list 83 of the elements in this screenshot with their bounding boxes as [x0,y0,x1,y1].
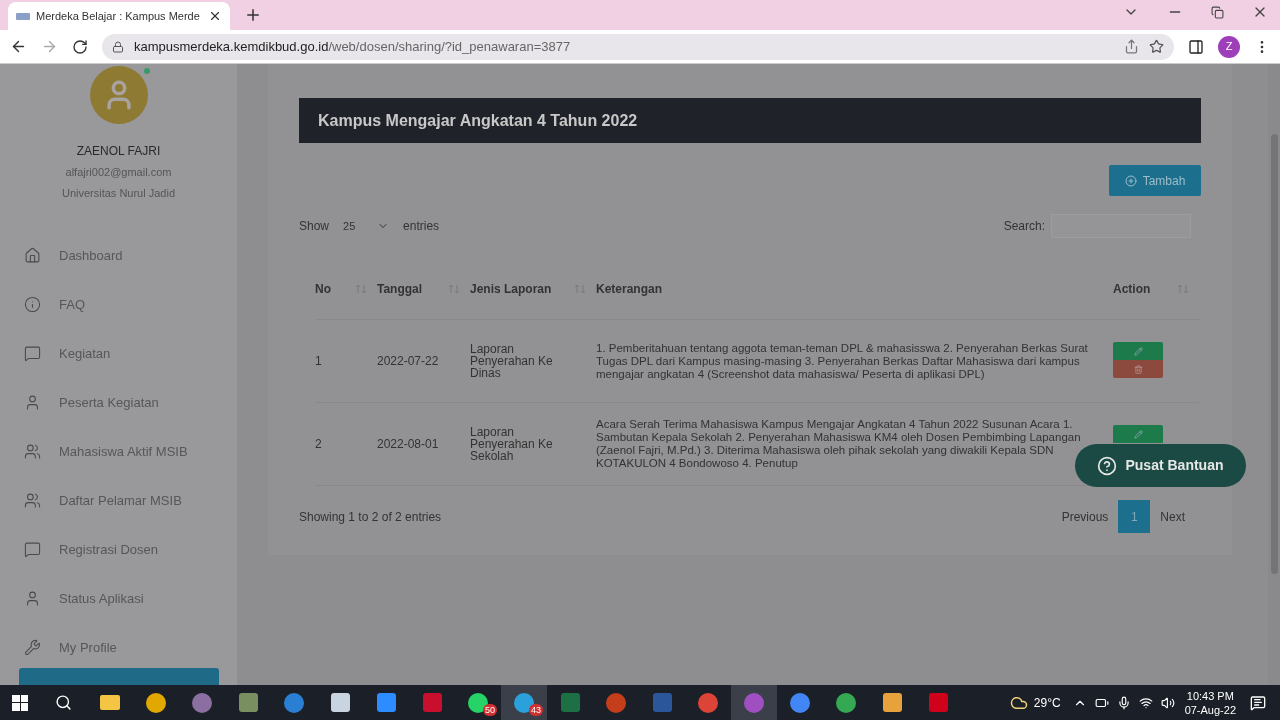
clock-time: 10:43 PM [1186,688,1234,703]
wrench-icon [24,639,41,656]
sidebar-item[interactable]: Peserta Kegiatan [24,390,237,415]
wifi-icon [1138,695,1153,710]
column-header[interactable]: Jenis Laporan [470,279,552,298]
people-icon [24,443,41,460]
page-title: Kampus Mengajar Angkatan 4 Tahun 2022 [318,110,638,131]
app-icon[interactable] [376,693,396,712]
back-icon[interactable] [10,38,27,55]
trash-icon [1133,364,1143,374]
entries-label: entries [403,218,440,235]
sort-icon [355,283,367,294]
sidebar-item[interactable]: Registrasi Dosen [24,537,237,562]
search-label: Search: [1003,218,1045,235]
browser-tab[interactable]: Merdeka Belajar : Kampus Merde [8,2,230,30]
share-icon[interactable] [1124,39,1139,54]
plus-icon [1124,174,1137,187]
user-name: ZAENOL FAJRI [76,143,161,160]
sidebar-item[interactable]: Dashboard [24,243,237,268]
table-cell-text: 2 [315,436,322,453]
table-cell-text: Laporan Penyerahan Ke Dinas [470,343,554,379]
person-icon [24,394,41,411]
clock-date: 07-Aug-22 [1184,702,1236,717]
search-icon[interactable] [55,694,72,711]
microphone-icon [1116,695,1131,710]
url-text: kampusmerdeka.kemdikbud.go.id/web/dosen/sharing/?id_penawaran=3877 [134,37,572,56]
people-icon [24,492,41,509]
restore-icon[interactable] [1211,6,1224,19]
chat-icon [24,345,41,362]
address-bar[interactable]: kampusmerdeka.kemdikbud.go.id/web/dosen/sharing/?id_penawaran=3877 [102,33,1174,60]
sort-icon [448,283,460,294]
table-cell-text: 1. Pemberitahuan tentang aggota teman-teman DPL & mahasisswa 2. Penyerahan Berkas Surat Tugas DPL dari Kampus masing-masing 3. Penyerahan Berkas Daftar Mahasiswa dari kampus mengajar angkatan 4 (Screenshot data mahasiswa/ Peserta di aplikasi DPL) [596,341,1089,381]
user-email: alfajri002@gmail.com [65,165,172,180]
lock-icon [112,40,124,53]
sidebar-item[interactable]: Kegiatan [24,341,237,366]
notifications-icon[interactable] [1250,694,1266,711]
add-button[interactable]: Tambah [1109,165,1201,196]
person-icon [24,590,41,607]
info-icon [24,296,41,313]
previous-link[interactable]: Previous [1061,507,1109,526]
sidebar-item[interactable]: Status Aplikasi [24,586,237,611]
table-cell-text: 1 [315,353,322,370]
page-link[interactable]: 1 [1118,500,1151,533]
sort-icon [574,283,586,294]
site-icon [16,12,30,20]
app-icon[interactable] [330,693,350,712]
app-icon[interactable] [238,693,258,712]
column-header[interactable]: Keterangan [596,279,663,298]
home-icon [24,247,41,264]
side-panel-icon[interactable] [1188,38,1204,55]
pencil-icon [1133,346,1143,356]
pencil-icon [1133,429,1143,439]
profile-avatar[interactable]: Z [1218,35,1240,58]
entries-select[interactable]: 25 [339,215,394,237]
table-cell: 2022-08-01 [377,438,439,450]
close-icon[interactable] [208,9,222,23]
next-link[interactable]: Next [1160,507,1185,526]
user-university: Universitas Nurul Jadid [61,185,176,201]
column-header[interactable]: Action [1113,279,1151,298]
volume-icon [1160,695,1175,710]
app-icon[interactable] [836,692,856,713]
app-icon[interactable] [146,692,166,713]
app-icon[interactable] [882,693,902,712]
reload-icon[interactable] [72,38,88,55]
column-header[interactable]: No [315,279,331,298]
sidebar-item[interactable]: Mahasiswa Aktif MSIB [24,439,237,464]
column-header[interactable]: Tanggal [377,279,423,298]
table-cell-text: Laporan Penyerahan Ke Sekolah [470,426,554,462]
sidebar-item[interactable]: FAQ [24,292,237,317]
help-icon [1097,455,1118,476]
sort-icon [1177,283,1189,294]
new-tab-icon[interactable] [244,6,262,24]
chat-icon [24,541,41,558]
sidebar-item[interactable]: Daftar Pelamar MSIB [24,488,237,513]
table-cell: 2022-07-22 [377,355,439,367]
sidebar-item[interactable]: My Profile [24,635,237,660]
temperature: 29°C [1033,694,1061,712]
bookmark-icon[interactable] [1149,39,1164,54]
app-icon[interactable] [790,692,810,713]
start-icon[interactable] [12,694,28,711]
help-button[interactable]: Pusat Bantuan [1075,444,1246,487]
table-info: Showing 1 to 2 of 2 entries [299,508,442,526]
show-label: Show [299,218,330,235]
